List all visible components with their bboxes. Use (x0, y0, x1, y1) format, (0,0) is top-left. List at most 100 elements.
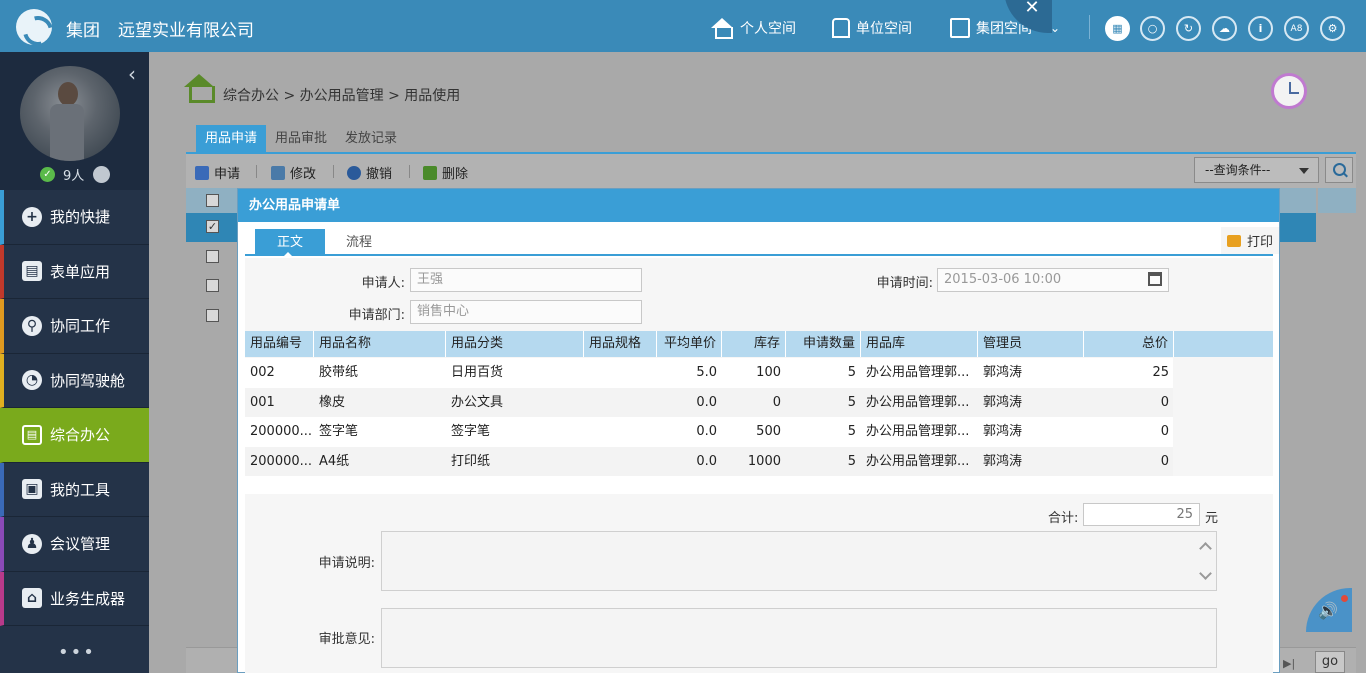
items-table-header: 用品编号 用品名称 用品分类 用品规格 平均单价 库存 申请数量 用品库 管理员… (245, 331, 1273, 357)
tab-approve[interactable]: 用品审批 (266, 125, 336, 152)
table-row[interactable]: 001 橡皮 办公文具 0.0 0 5 办公用品管理郭... 郭鸿涛 0 (245, 387, 1173, 417)
col-stock[interactable]: 库存 (722, 331, 786, 357)
plus-circle-icon: + (22, 206, 42, 227)
row-checkbox[interactable] (206, 309, 219, 322)
col-avg-price[interactable]: 平均单价 (657, 331, 722, 357)
cell-total: 0 (1160, 424, 1169, 439)
table-row[interactable] (186, 302, 238, 331)
cell-total: 0 (1160, 453, 1169, 469)
row-checkbox[interactable] (206, 279, 219, 292)
refresh-icon[interactable]: ↻ (1176, 16, 1201, 41)
sidebar-item-shortcuts[interactable]: + 我的快捷 (0, 190, 149, 245)
col-item-category[interactable]: 用品分类 (446, 331, 584, 357)
apply-icon (195, 165, 209, 180)
cell-category: 签字笔 (451, 424, 491, 439)
sidebar-item-meetings[interactable]: ♟ 会议管理 (0, 517, 149, 572)
table-row[interactable] (186, 272, 238, 301)
cell-stock: 1000 (747, 453, 781, 469)
col-admin[interactable]: 管理员 (978, 331, 1084, 357)
collapse-sidebar-icon[interactable]: ‹ (128, 62, 136, 86)
query-condition-select[interactable]: --查询条件-- (1194, 157, 1319, 183)
more-menu-icon[interactable]: ••• (58, 642, 96, 663)
nav-unit-space[interactable]: 单位空间 (832, 18, 912, 38)
tab-issue-records[interactable]: 发放记录 (336, 125, 406, 152)
approval-opinion-textarea[interactable] (381, 608, 1217, 668)
nav-personal-space[interactable]: 个人空间 (710, 18, 796, 39)
cell-admin: 郭鸿涛 (983, 394, 1023, 410)
cell-warehouse: 办公用品管理郭... (866, 394, 970, 410)
settings-icon[interactable]: ⚙ (1320, 16, 1345, 41)
sidebar-item-collaboration[interactable]: ⚲ 协同工作 (0, 299, 149, 354)
sidebar-item-label: 综合办公 (50, 426, 111, 445)
gauge-icon: ◔ (22, 370, 42, 391)
last-page-icon[interactable]: ▶| (1283, 657, 1295, 670)
print-button[interactable]: 打印 (1221, 227, 1279, 254)
cell-spec (584, 417, 657, 446)
toolbar: 申请 修改 撤销 删除 (186, 154, 1356, 188)
cell-category: 日用百货 (451, 365, 504, 380)
col-item-code[interactable]: 用品编号 (245, 331, 314, 357)
cell-warehouse: 办公用品管理郭... (866, 424, 970, 439)
table-row[interactable] (186, 243, 238, 272)
table-row[interactable]: 200000... 签字笔 签字笔 0.0 500 5 办公用品管理郭... 郭… (245, 417, 1173, 447)
apply-time-value: 2015-03-06 10:00 (944, 272, 1062, 287)
scroll-up-icon[interactable] (1199, 542, 1212, 555)
apply-time-field[interactable]: 2015-03-06 10:00 (937, 268, 1169, 292)
company-name: 远望实业有限公司 (118, 21, 254, 41)
user-panel: ‹ ✓ 9人 (0, 52, 149, 190)
cell-qty: 5 (847, 424, 856, 439)
sidebar-item-biz-generator[interactable]: ⌂ 业务生成器 (0, 571, 149, 626)
row-checkbox[interactable] (206, 250, 219, 263)
nav-personal-space-label: 个人空间 (740, 21, 796, 37)
apply-button[interactable]: 申请 (195, 163, 240, 182)
sidebar-item-office[interactable]: ▤ 综合办公 (0, 408, 149, 463)
table-row[interactable]: 200000... A4纸 打印纸 0.0 1000 5 办公用品管理郭... … (245, 446, 1173, 476)
delete-button[interactable]: 删除 (423, 163, 468, 182)
revoke-button[interactable]: 撤销 (347, 163, 392, 182)
calendar-icon[interactable] (1148, 272, 1162, 286)
toolbar-divider (333, 165, 334, 178)
col-total-price[interactable]: 总价 (1084, 331, 1174, 357)
total-field[interactable]: 25 (1083, 503, 1200, 526)
col-apply-qty[interactable]: 申请数量 (786, 331, 861, 357)
go-button[interactable]: go (1315, 651, 1345, 673)
group-label[interactable]: 集团 (66, 16, 100, 41)
table-row[interactable]: 002 胶带纸 日用百货 5.0 100 5 办公用品管理郭... 郭鸿涛 25 (245, 358, 1173, 388)
tab-apply[interactable]: 用品申请 (196, 125, 267, 152)
edit-icon (271, 165, 285, 180)
tab-body[interactable]: 正文 (255, 229, 326, 257)
meeting-icon: ♟ (22, 533, 42, 554)
col-warehouse[interactable]: 用品库 (861, 331, 978, 357)
clock-icon[interactable] (1271, 73, 1307, 109)
description-textarea[interactable] (381, 531, 1217, 591)
company-logo-icon[interactable] (16, 9, 52, 45)
applicant-field[interactable]: 王强 (410, 268, 642, 292)
building-icon (832, 18, 850, 38)
sidebar-item-form-apps[interactable]: ▤ 表单应用 (0, 244, 149, 299)
col-item-name[interactable]: 用品名称 (314, 331, 446, 357)
user-icon[interactable] (93, 166, 110, 183)
sidebar-item-tools[interactable]: ▣ 我的工具 (0, 462, 149, 517)
select-all-checkbox[interactable] (206, 194, 219, 207)
department-field[interactable]: 销售中心 (410, 300, 642, 324)
online-count[interactable]: 9人 (63, 165, 84, 184)
edit-label: 修改 (290, 167, 317, 182)
home-icon[interactable] (184, 74, 215, 103)
avatar[interactable] (20, 66, 120, 161)
a8-icon[interactable]: A8 (1284, 16, 1309, 41)
search-button[interactable] (1325, 157, 1353, 183)
row-checkbox[interactable]: ✓ (206, 220, 219, 233)
edit-button[interactable]: 修改 (271, 163, 316, 182)
grid-icon[interactable]: ▦ (1105, 16, 1130, 41)
tab-workflow[interactable]: 流程 (324, 229, 394, 256)
col-item-spec[interactable]: 用品规格 (584, 331, 657, 357)
scroll-down-icon[interactable] (1199, 567, 1212, 580)
search-icon[interactable]: ○ (1140, 16, 1165, 41)
cloud-icon[interactable]: ☁ (1212, 16, 1237, 41)
sidebar-item-label: 我的工具 (50, 480, 111, 499)
sidebar-item-cockpit[interactable]: ◔ 协同驾驶舱 (0, 353, 149, 408)
info-icon[interactable]: i (1248, 16, 1273, 41)
total-label: 合计: (1048, 511, 1079, 526)
cell-category: 打印纸 (451, 453, 491, 469)
description-label: 申请说明: (318, 556, 375, 571)
